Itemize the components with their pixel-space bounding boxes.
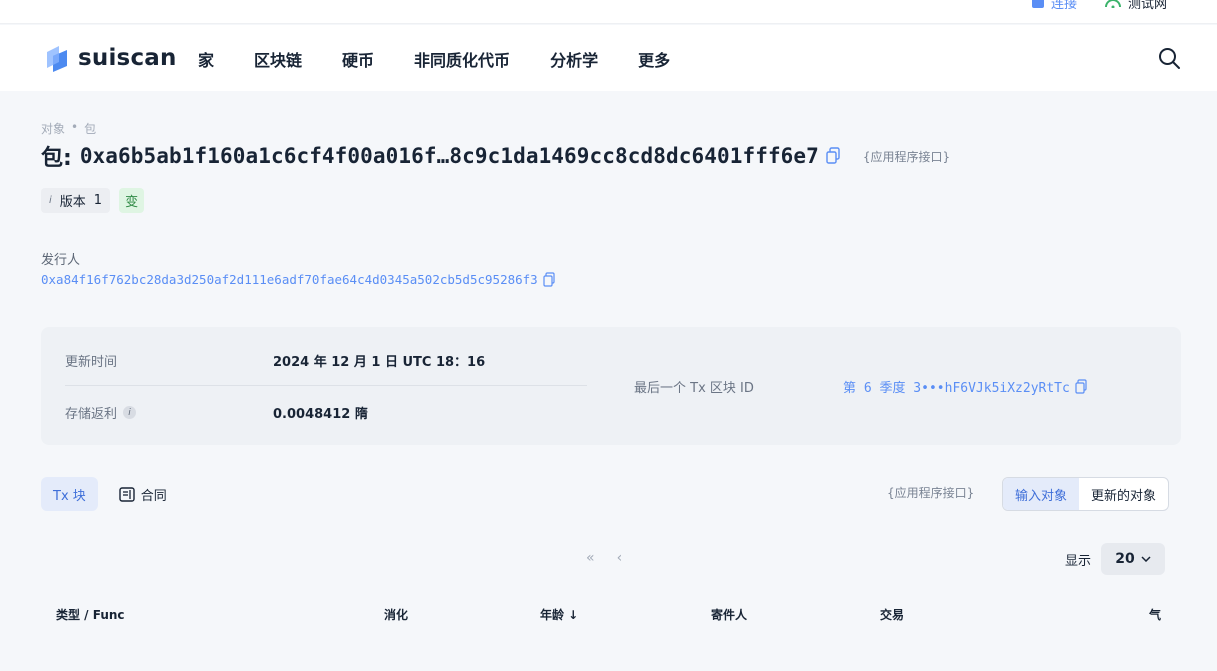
top-strip: 连接 测试网 [0, 0, 1217, 24]
page-size-select[interactable]: 20 [1101, 543, 1165, 575]
api-link[interactable]: {应用程序接口} [887, 484, 974, 501]
column-sender: 寄件人 [711, 608, 748, 622]
publisher-address: 0xa84f16f762bc28da3d250af2d111e6adf70fae… [41, 272, 538, 287]
version-badge: i 版本 1 [41, 188, 111, 213]
nav-item-nfts[interactable]: 非同质化代币 [414, 47, 510, 71]
mutable-badge: 变 [119, 188, 145, 213]
tab-contract-label: 合同 [140, 488, 167, 504]
updated-objects-option[interactable]: 更新的对象 [1079, 478, 1168, 510]
nav-item-more[interactable]: 更多 [638, 47, 670, 71]
table-header: 类型 / Func 消化 年龄 ↓ 寄件人 交易 气 [0, 606, 1217, 624]
copy-icon[interactable] [1074, 379, 1088, 394]
tab-tx-blocks-label: Tx 块 [53, 488, 86, 504]
rebate-label: 存储返利 i [65, 403, 137, 422]
tab-contract[interactable]: 合同 [107, 477, 179, 511]
network-label: 测试网 [1128, 0, 1168, 12]
column-digest: 消化 [384, 608, 409, 622]
last-tx-label: 最后一个 Tx 区块 ID [634, 377, 754, 396]
last-tx-label-text: 最后一个 Tx 区块 ID [634, 381, 754, 396]
connect-wallet-link[interactable]: 连接 [1031, 0, 1077, 12]
search-icon[interactable] [1157, 46, 1181, 70]
first-page-button[interactable]: « [586, 550, 595, 566]
prev-page-button[interactable]: ‹ [617, 550, 623, 566]
column-gas: 气 [1149, 608, 1162, 622]
wallet-icon [1032, 0, 1044, 8]
column-type-func: 类型 / Func [56, 608, 125, 622]
page-title: 包: 0xa6b5ab1f160a1c6cf4f00a016f…8c9c1da1… [41, 141, 950, 171]
publisher-link[interactable]: 0xa84f16f762bc28da3d250af2d111e6adf70fae… [41, 272, 556, 287]
breadcrumb-package: 包 [84, 122, 97, 136]
nav-menu: 家 区块链 硬币 非同质化代币 分析学 更多 [198, 47, 710, 71]
column-transaction: 交易 [880, 608, 905, 622]
breadcrumb-separator: • [71, 120, 79, 134]
info-icon[interactable]: i [123, 406, 137, 419]
page-size-label: 显示 [1065, 554, 1092, 569]
object-filter-toggle: 输入对象 更新的对象 [1002, 477, 1170, 511]
version-label: 版本 [59, 195, 86, 210]
chevron-down-icon [1141, 556, 1151, 562]
contract-icon [119, 486, 135, 502]
package-label: 包: [41, 146, 72, 171]
pagination: « ‹ [586, 550, 622, 566]
updated-label: 更新时间 [65, 351, 117, 370]
info-icon: i [49, 195, 52, 206]
nav-item-home[interactable]: 家 [198, 47, 214, 71]
nav-item-blockchain[interactable]: 区块链 [254, 47, 302, 71]
column-age[interactable]: 年龄 ↓ [540, 606, 578, 623]
signal-icon [1105, 0, 1121, 8]
nav-item-coins[interactable]: 硬币 [342, 47, 374, 71]
divider [65, 385, 587, 386]
brand-logo[interactable]: suiscan [41, 42, 177, 74]
details-card: 更新时间 2024 年 12 月 1 日 UTC 18：16 存储返利 i 0.… [41, 327, 1181, 445]
brand-name: suiscan [78, 45, 177, 71]
breadcrumb-objects[interactable]: 对象 [41, 120, 65, 137]
content-tabs: Tx 块 合同 [41, 477, 179, 511]
api-link[interactable]: {应用程序接口} [863, 148, 950, 165]
input-objects-option[interactable]: 输入对象 [1003, 478, 1080, 510]
nav-item-analytics[interactable]: 分析学 [550, 47, 598, 71]
suiscan-logo-icon [47, 46, 67, 72]
badges: i 版本 1 变 [41, 188, 145, 213]
connect-label: 连接 [1051, 0, 1078, 12]
publisher-label: 发行人 [41, 253, 81, 268]
copy-icon[interactable] [825, 147, 841, 165]
rebate-label-text: 存储返利 [65, 407, 118, 422]
tab-tx-blocks[interactable]: Tx 块 [41, 477, 98, 511]
package-address: 0xa6b5ab1f160a1c6cf4f00a016f…8c9c1da1469… [79, 144, 819, 168]
version-value: 1 [93, 193, 103, 208]
updated-label-text: 更新时间 [65, 355, 118, 370]
breadcrumb: 对象 • 包 [41, 120, 96, 137]
page-size-value: 20 [1115, 551, 1135, 567]
updated-value: 2024 年 12 月 1 日 UTC 18：16 [273, 355, 486, 370]
main-nav: suiscan 家 区块链 硬币 非同质化代币 分析学 更多 [0, 25, 1217, 91]
copy-icon[interactable] [542, 272, 556, 287]
network-selector[interactable]: 测试网 [1104, 0, 1167, 12]
rebate-value: 0.0048412 隋 [273, 407, 368, 422]
last-tx-value: 第 6 季度 3•••hF6VJk5iXz2yRtTc [843, 381, 1070, 396]
last-tx-link[interactable]: 第 6 季度 3•••hF6VJk5iXz2yRtTc [843, 377, 1088, 396]
mutable-label: 变 [125, 195, 139, 210]
